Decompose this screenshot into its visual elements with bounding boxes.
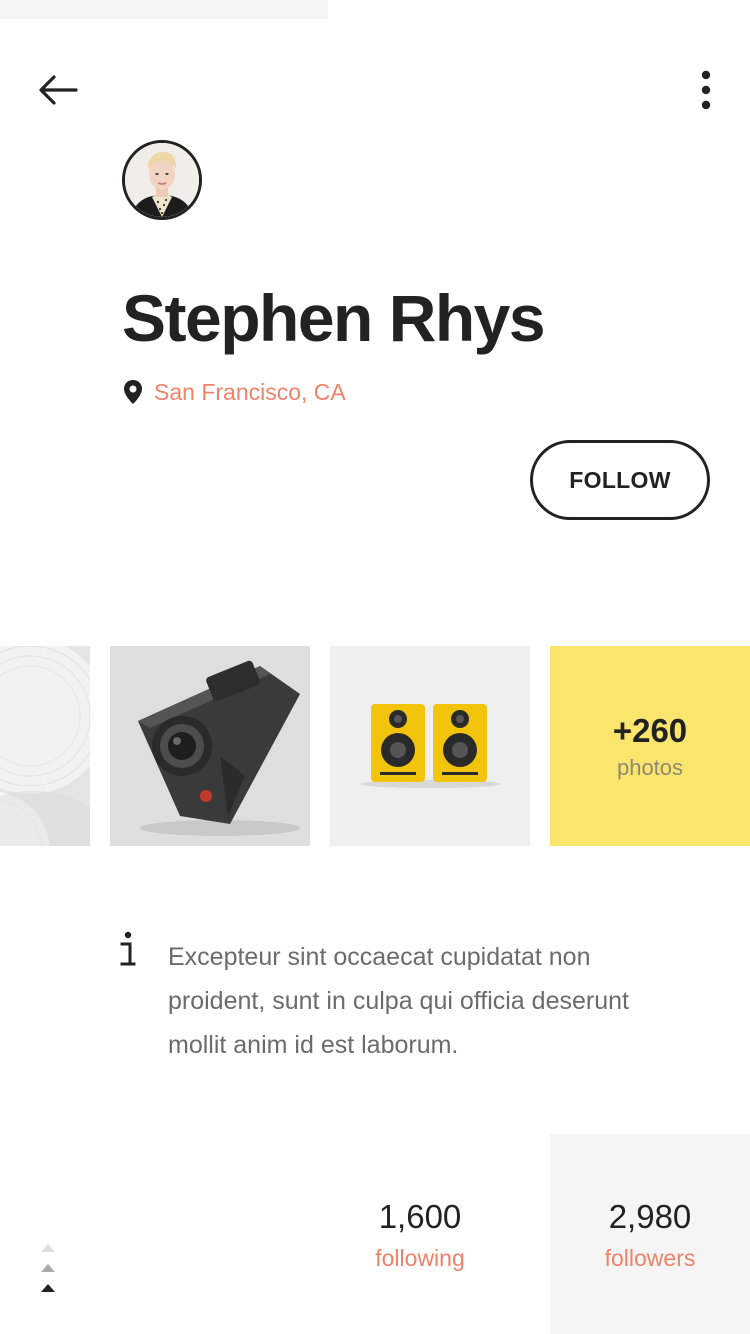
gallery-photo-camera[interactable] [110,646,310,846]
info-icon [120,931,136,966]
speakers-image [330,646,530,846]
gallery-more-photos[interactable]: +260 photos [550,646,750,846]
followers-count: 2,980 [608,1197,692,1235]
status-bar-strip [0,0,328,19]
camera-image [110,646,310,846]
more-photos-label: photos [616,755,684,780]
profile-name: Stephen Rhys [122,281,546,355]
back-button[interactable] [30,66,86,114]
following-count: 1,600 [378,1197,462,1235]
location: San Francisco, CA [122,374,346,410]
location-text: San Francisco, CA [154,378,346,405]
more-photos-count: +260 [612,712,688,749]
arrow-left-icon [39,75,78,105]
more-options-button[interactable] [684,66,728,114]
scroll-up-indicator-icon[interactable] [38,1244,58,1298]
following-stat[interactable]: 1,600 following [330,1134,510,1334]
more-vertical-icon [701,70,711,110]
followers-label: followers [604,1244,696,1271]
map-pin-icon [124,380,142,404]
avatar[interactable] [122,140,202,220]
followers-stat[interactable]: 2,980 followers [550,1134,750,1334]
follow-button[interactable]: FOLLOW [530,440,710,520]
avatar-portrait [125,143,199,217]
sphere-object-image [0,646,90,846]
gallery-photo-speakers[interactable] [330,646,530,846]
following-label: following [375,1244,465,1271]
gallery-photo-spheres[interactable] [0,646,90,846]
bio-text: Excepteur sint occaecat cupidatat non pr… [168,943,629,1059]
